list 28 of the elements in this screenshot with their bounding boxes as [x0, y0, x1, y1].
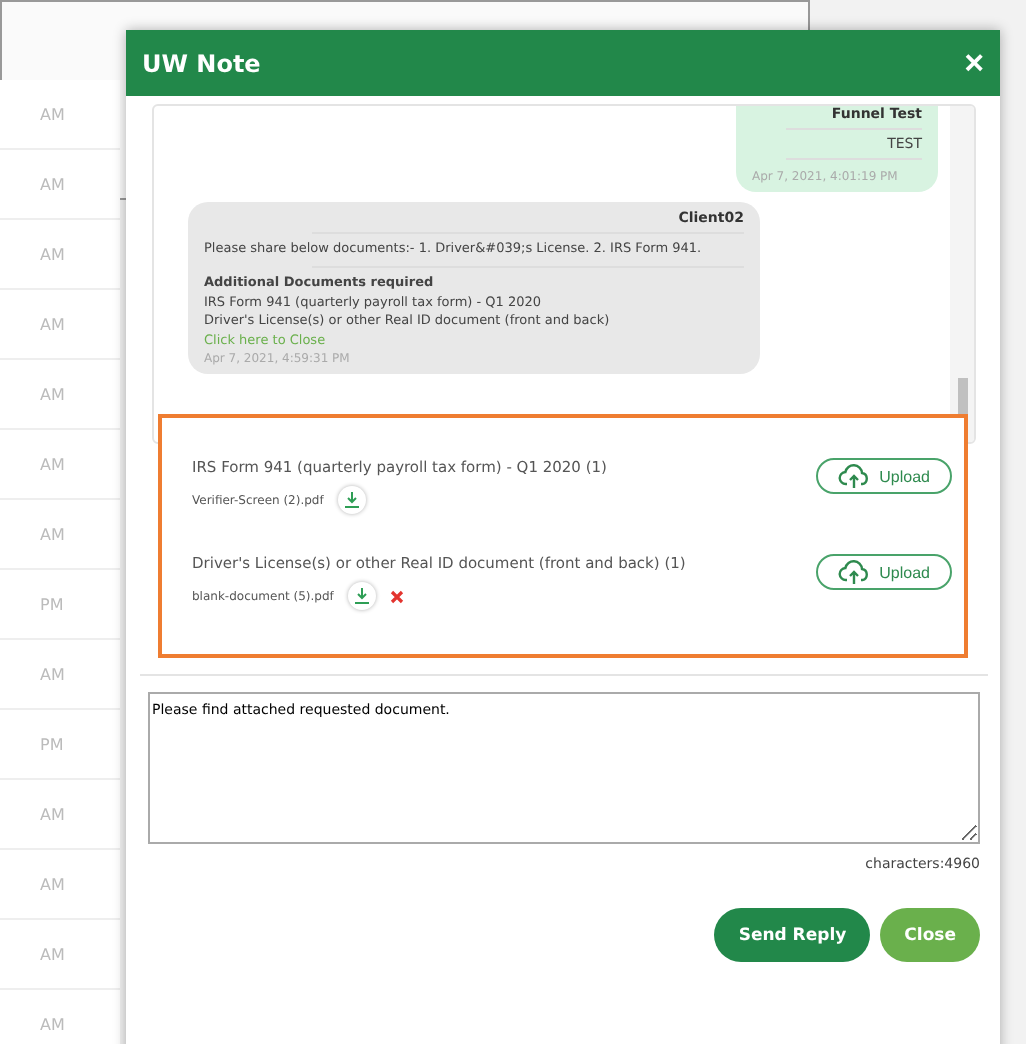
time-text: PM	[40, 595, 64, 613]
time-text: AM	[40, 175, 65, 193]
download-button[interactable]	[347, 582, 376, 610]
upload-button[interactable]: Upload	[815, 458, 952, 494]
download-icon	[341, 490, 362, 510]
send-reply-button[interactable]: Send Reply	[714, 908, 871, 962]
time-text: AM	[40, 1015, 65, 1033]
time-text: AM	[40, 525, 65, 543]
time-text: AM	[40, 805, 65, 823]
download-button[interactable]	[337, 486, 366, 514]
cloud-upload-icon	[837, 559, 870, 585]
time-text: AM	[40, 875, 65, 893]
modal-title: UW Note	[142, 49, 261, 77]
time-text: AM	[40, 945, 65, 963]
close-button[interactable]: ×	[964, 46, 984, 80]
time-text: AM	[40, 665, 65, 683]
remove-icon[interactable]	[389, 589, 404, 603]
upload-button[interactable]: Upload	[815, 554, 952, 590]
time-text: AM	[40, 105, 65, 123]
time-text: AM	[40, 385, 65, 403]
close-dialog-button[interactable]: Close	[880, 908, 980, 962]
time-text: AM	[40, 245, 65, 263]
cloud-upload-icon	[837, 463, 870, 489]
download-icon	[351, 586, 372, 606]
scrollbar[interactable]	[950, 106, 974, 442]
time-text: AM	[40, 455, 65, 473]
time-text: PM	[40, 735, 64, 753]
time-text: AM	[40, 315, 65, 333]
